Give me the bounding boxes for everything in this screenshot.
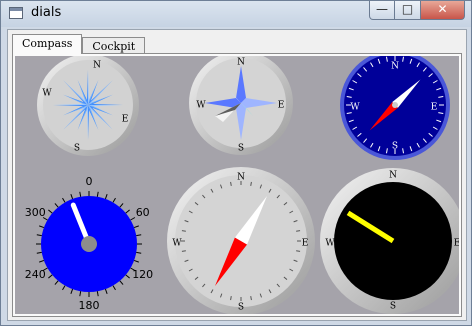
- app-icon: [9, 7, 23, 19]
- speed-dial-label-120: 120: [132, 268, 153, 281]
- close-button[interactable]: ✕: [421, 1, 465, 20]
- tick-mark: [296, 250, 301, 252]
- tick-mark: [96, 291, 99, 297]
- tick-mark: [36, 234, 42, 237]
- minimize-button[interactable]: —: [369, 1, 395, 20]
- tick-mark: [136, 234, 142, 237]
- tick-mark: [250, 296, 252, 301]
- large-compass[interactable]: N E S W: [167, 167, 315, 314]
- blue-compass[interactable]: N E S W: [340, 56, 450, 160]
- black-compass-label-e: E: [454, 239, 459, 249]
- tick-mark: [39, 225, 45, 229]
- speed-dial-label-60: 60: [136, 206, 150, 219]
- tick-mark: [62, 285, 66, 291]
- tab-cockpit[interactable]: Cockpit: [82, 37, 146, 54]
- client-area: Compass Cockpit N E S W N E S W N E S W …: [7, 29, 467, 321]
- tick-mark: [125, 274, 130, 279]
- tick-mark: [230, 181, 232, 186]
- tick-mark: [130, 217, 136, 221]
- rose-compass-label-n: N: [93, 61, 101, 71]
- tick-mark: [119, 280, 124, 285]
- blue-compass-label-e: E: [431, 103, 438, 113]
- tick-mark: [112, 197, 116, 203]
- black-compass[interactable]: N E S W: [320, 168, 459, 314]
- speed-dial-label-300: 300: [25, 206, 46, 219]
- tick-mark: [96, 191, 99, 197]
- tick-mark: [36, 251, 42, 254]
- rose-compass-label-s: S: [74, 144, 80, 154]
- tab-compass[interactable]: Compass: [12, 34, 83, 54]
- tick-mark: [70, 288, 74, 294]
- tick-mark: [230, 296, 232, 301]
- blue-compass-label-w: W: [350, 103, 360, 113]
- dial-area: N E S W N E S W N E S W 0 60 120 180 240…: [15, 56, 459, 314]
- tick-mark: [125, 209, 130, 214]
- blue-needle-hub: [392, 102, 398, 108]
- star-compass-label-w: W: [196, 101, 206, 111]
- tick-mark: [79, 291, 82, 297]
- tick-mark: [62, 197, 66, 203]
- star-compass[interactable]: N E S W: [189, 56, 293, 155]
- rose-compass[interactable]: N E S W: [37, 56, 139, 156]
- tick-mark: [133, 259, 139, 263]
- title-bar[interactable]: dials — □ ✕: [1, 1, 471, 27]
- speed-dial-label-240: 240: [25, 268, 46, 281]
- tab-panel-compass: N E S W N E S W N E S W 0 60 120 180 240…: [12, 53, 462, 317]
- tick-mark: [48, 209, 53, 214]
- tick-mark: [136, 251, 142, 254]
- window-controls: — □ ✕: [369, 1, 465, 21]
- tab-bar: Compass Cockpit: [12, 34, 146, 54]
- rose-compass-label-e: E: [122, 115, 129, 125]
- rose-star-icon: [53, 70, 123, 140]
- tick-mark: [181, 230, 186, 232]
- black-compass-label-s: S: [390, 302, 396, 312]
- tick-mark: [133, 225, 139, 229]
- blue-compass-label-n: N: [391, 62, 399, 72]
- tick-mark: [104, 288, 108, 294]
- tick-mark: [119, 203, 124, 208]
- tick-mark: [181, 250, 186, 252]
- tick-mark: [250, 181, 252, 186]
- speed-needle-hub: [81, 236, 97, 252]
- star-compass-label-e: E: [278, 101, 285, 111]
- tick-mark: [39, 259, 45, 263]
- tick-mark: [296, 230, 301, 232]
- rose-compass-label-w: W: [42, 89, 52, 99]
- tick-mark: [104, 194, 108, 200]
- black-compass-label-w: W: [325, 239, 335, 249]
- large-compass-label-w: W: [172, 239, 182, 249]
- app-window: dials — □ ✕ Compass Cockpit N E S W N E …: [0, 0, 472, 326]
- window-title: dials: [31, 5, 62, 20]
- dials-canvas: N E S W N E S W N E S W 060120180240300 …: [25, 56, 459, 314]
- tick-mark: [70, 194, 74, 200]
- blue-compass-label-s: S: [392, 142, 398, 152]
- black-compass-label-n: N: [389, 171, 397, 181]
- speed-dial[interactable]: 0 60 120 180 240 300: [25, 175, 153, 312]
- large-compass-label-e: E: [302, 239, 309, 249]
- large-compass-label-n: N: [237, 173, 245, 183]
- tick-mark: [79, 191, 82, 197]
- star-compass-label-s: S: [238, 144, 244, 154]
- speed-dial-label-0: 0: [86, 175, 93, 188]
- large-compass-label-s: S: [238, 303, 244, 313]
- tick-mark: [54, 203, 59, 208]
- maximize-button[interactable]: □: [395, 1, 421, 20]
- speed-dial-label-180: 180: [79, 299, 100, 312]
- tick-mark: [54, 280, 59, 285]
- tick-mark: [112, 285, 116, 291]
- star-compass-label-n: N: [237, 58, 245, 68]
- tick-mark: [48, 274, 53, 279]
